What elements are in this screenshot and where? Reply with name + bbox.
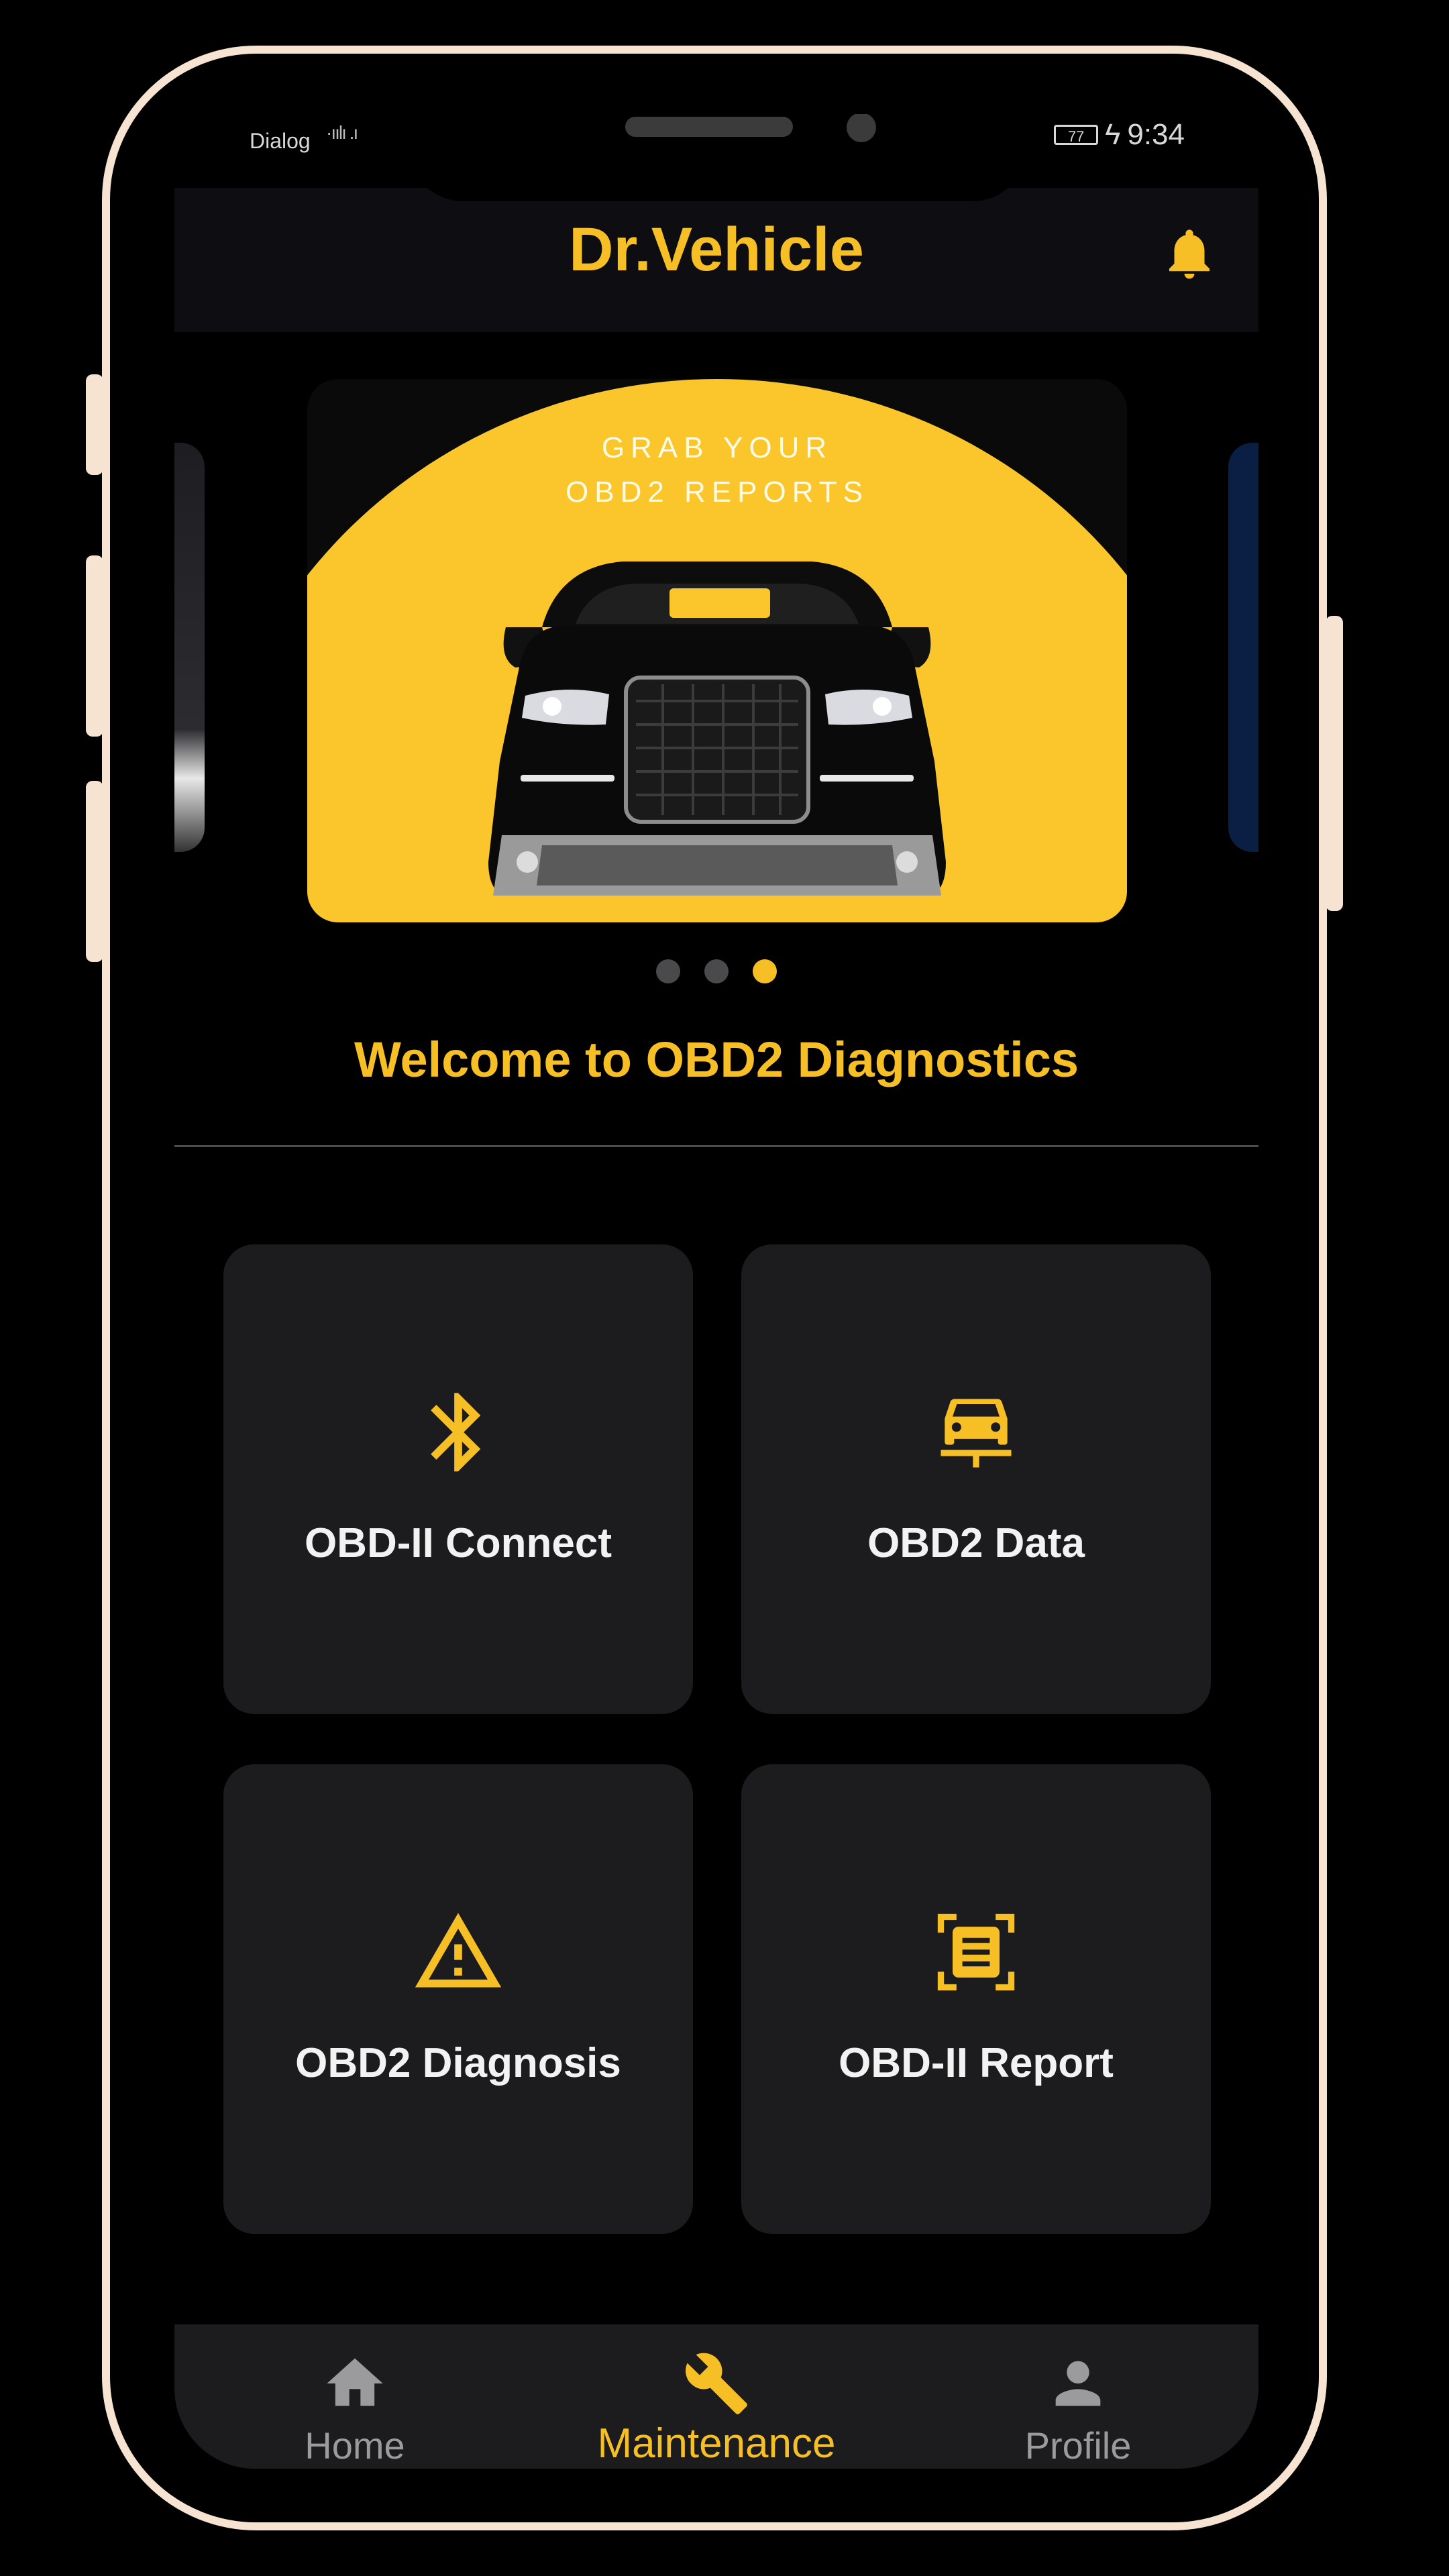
nav-tab-home[interactable]: Home (174, 2324, 535, 2469)
report-scan-icon (937, 1913, 1015, 1991)
menu-card-label: OBD-II Connect (304, 1520, 612, 1566)
person-icon (1055, 2361, 1101, 2406)
suv-image (488, 561, 946, 896)
carousel-next-slide[interactable] (1228, 443, 1258, 852)
side-button-volume-down (86, 781, 103, 962)
menu-card-label: OBD2 Data (867, 1520, 1085, 1566)
carousel-dot-2[interactable] (704, 959, 729, 983)
carousel-dot-3-active[interactable] (753, 959, 777, 983)
section-divider (174, 1145, 1258, 1147)
banner-headline-line2: OBD2 REPORTS (566, 476, 869, 508)
side-button-power (1326, 616, 1343, 911)
app-header: Dr.Vehicle (174, 188, 1258, 332)
signal-icon: ·ıılı .ı (326, 122, 358, 143)
carrier-label: Dialog (250, 129, 311, 153)
nav-tab-maintenance[interactable]: Maintenance (536, 2324, 897, 2469)
wrench-icon (685, 2353, 747, 2414)
banner-headline-line1: GRAB YOUR (601, 431, 833, 464)
menu-card-obd2-data[interactable]: OBD2 Data (741, 1244, 1211, 1714)
banner-slide[interactable]: GRAB YOUR OBD2 REPORTS (307, 379, 1127, 922)
car-data-icon (941, 1399, 1012, 1468)
side-button-volume-up (86, 555, 103, 737)
phone-screen: Dialog ·ıılı .ı 77 ϟ 9:34 Dr.Vehicle GRA… (174, 114, 1258, 2469)
menu-card-obd-report[interactable]: OBD-II Report (741, 1764, 1211, 2234)
bluetooth-icon (431, 1393, 481, 1472)
menu-card-obd-connect[interactable]: OBD-II Connect (223, 1244, 693, 1714)
banner-carousel[interactable]: GRAB YOUR OBD2 REPORTS (174, 379, 1258, 922)
menu-card-label: OBD2 Diagnosis (295, 2040, 621, 2086)
nav-tab-profile[interactable]: Profile (898, 2324, 1258, 2469)
status-right: 77 ϟ 9:34 (1054, 118, 1185, 152)
charging-icon: ϟ (1105, 118, 1121, 151)
carousel-indicator (174, 959, 1258, 983)
carousel-prev-slide[interactable] (174, 443, 205, 852)
app-title: Dr.Vehicle (569, 215, 864, 284)
bottom-navigation: Home Maintenance Profile (174, 2324, 1258, 2469)
warning-icon (415, 1913, 502, 1988)
speaker-grille (625, 117, 793, 137)
home-icon (327, 2358, 383, 2406)
carousel-dot-1[interactable] (656, 959, 680, 983)
nav-label-home: Home (305, 2424, 405, 2467)
front-camera (847, 114, 876, 142)
nav-label-profile: Profile (1024, 2424, 1132, 2467)
bell-icon[interactable] (1159, 220, 1220, 287)
camera-notch (409, 114, 1026, 201)
welcome-heading: Welcome to OBD2 Diagnostics (354, 1032, 1079, 1087)
side-button-mute (86, 374, 103, 475)
menu-card-label: OBD-II Report (839, 2040, 1114, 2086)
battery-icon: 77 (1054, 125, 1099, 145)
nav-label-maintenance: Maintenance (597, 2420, 836, 2467)
status-time: 9:34 (1127, 118, 1185, 151)
menu-card-obd2-diagnosis[interactable]: OBD2 Diagnosis (223, 1764, 693, 2234)
